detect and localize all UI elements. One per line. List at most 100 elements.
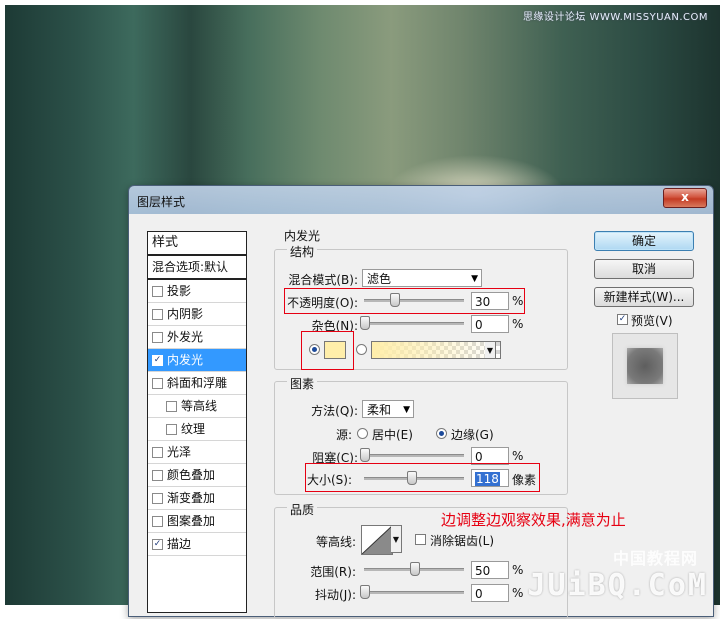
style-checkbox[interactable]	[152, 469, 163, 481]
style-list-item[interactable]: 内阴影	[148, 303, 246, 326]
contour-curve-icon	[362, 526, 392, 554]
range-label: 范围(R):	[310, 565, 356, 579]
style-list-item[interactable]: 纹理	[148, 418, 246, 441]
style-preview-swatch	[627, 348, 663, 384]
source-label: 源:	[335, 428, 352, 442]
jitter-percent: %	[512, 586, 524, 600]
blend-mode-value: 滤色	[367, 272, 392, 286]
choke-slider[interactable]	[360, 448, 464, 462]
style-item-label: 渐变叠加	[167, 491, 216, 505]
contour-picker[interactable]	[361, 525, 393, 555]
anti-alias-label[interactable]: 消除锯齿(L)	[430, 532, 494, 549]
style-checkbox[interactable]	[152, 492, 163, 504]
gradient-picker[interactable]	[371, 341, 501, 359]
source-center-radio[interactable]	[357, 428, 368, 439]
range-input[interactable]: 50	[471, 561, 509, 579]
style-list-item[interactable]: ✓ 描边	[148, 533, 246, 556]
style-list-item[interactable]: ✓ 内发光	[148, 349, 246, 372]
style-checkbox[interactable]	[166, 400, 177, 412]
style-checkbox[interactable]	[152, 446, 163, 458]
noise-slider-thumb[interactable]	[360, 316, 370, 330]
style-item-label: 图案叠加	[167, 514, 216, 528]
chevron-down-icon: ▼	[403, 405, 410, 415]
gradient-dropdown-button[interactable]: ▼	[485, 341, 496, 359]
jitter-value: 0	[475, 587, 483, 601]
noise-slider[interactable]	[360, 316, 464, 330]
preview-checkbox[interactable]: ✓	[617, 314, 628, 325]
style-item-label: 等高线	[181, 399, 218, 413]
jitter-slider[interactable]	[360, 585, 464, 599]
noise-slider-track	[364, 322, 464, 325]
style-checkbox[interactable]	[166, 423, 177, 435]
close-button[interactable]: x	[663, 188, 707, 208]
style-list-item[interactable]: 等高线	[148, 395, 246, 418]
style-checkbox[interactable]	[152, 285, 163, 297]
close-icon: x	[681, 190, 689, 204]
jitter-input[interactable]: 0	[471, 584, 509, 602]
style-items: 投影 内阴影外发光 ✓ 内发光斜面和浮雕等高线纹理光泽颜色叠加渐变叠加图案叠加 ✓ 描边	[148, 280, 246, 556]
style-item-label: 内发光	[167, 353, 204, 367]
style-item-label: 外发光	[167, 330, 204, 344]
choke-slider-track	[364, 454, 464, 457]
style-item-label: 颜色叠加	[167, 468, 216, 482]
chevron-down-icon: ▼	[392, 535, 400, 544]
style-item-label: 纹理	[181, 422, 206, 436]
noise-percent: %	[512, 317, 524, 331]
style-item-label: 斜面和浮雕	[167, 376, 228, 390]
contour-dropdown-button[interactable]: ▼	[391, 525, 402, 553]
blend-mode-select[interactable]: 滤色 ▼	[362, 269, 482, 287]
watermark-top: 思缘设计论坛 WWW.MISSYUAN.COM	[522, 12, 708, 23]
method-select[interactable]: 柔和 ▼	[362, 400, 414, 418]
choke-percent: %	[512, 449, 524, 463]
source-edge-label[interactable]: 边缘(G)	[451, 426, 494, 443]
panel-title: 内发光	[284, 229, 321, 243]
style-checkbox[interactable]	[152, 515, 163, 527]
choke-value: 0	[475, 450, 483, 464]
anti-alias-checkbox[interactable]	[415, 534, 426, 545]
preview-label[interactable]: 预览(V)	[631, 312, 673, 329]
watermark-cn: 中国教程网	[612, 549, 698, 568]
style-checkbox[interactable]	[152, 308, 163, 320]
noise-value: 0	[475, 318, 483, 332]
style-list-item[interactable]: 渐变叠加	[148, 487, 246, 510]
source-edge-radio[interactable]	[436, 428, 447, 439]
gradient-radio[interactable]	[356, 344, 367, 355]
style-list-item[interactable]: 光泽	[148, 441, 246, 464]
noise-input[interactable]: 0	[471, 315, 509, 333]
style-checkbox[interactable]: ✓	[152, 354, 163, 366]
style-list-item[interactable]: 颜色叠加	[148, 464, 246, 487]
quality-legend: 品质	[287, 501, 318, 518]
jitter-slider-thumb[interactable]	[360, 585, 370, 599]
styles-header[interactable]: 样式	[148, 232, 246, 256]
style-list-item[interactable]: 斜面和浮雕	[148, 372, 246, 395]
choke-slider-thumb[interactable]	[360, 448, 370, 462]
watermark-url: JUiBQ.CoM	[527, 568, 708, 603]
cancel-button[interactable]: 取消	[594, 259, 694, 279]
source-center-label[interactable]: 居中(E)	[372, 426, 413, 443]
style-list: 样式 混合选项:默认 投影 内阴影外发光 ✓ 内发光斜面和浮雕等高线纹理光泽颜色叠加渐…	[147, 231, 247, 613]
chevron-down-icon: ▼	[486, 346, 494, 355]
style-list-item[interactable]: 外发光	[148, 326, 246, 349]
style-list-item[interactable]: 图案叠加	[148, 510, 246, 533]
method-label: 方法(Q):	[311, 404, 358, 418]
range-percent: %	[512, 563, 524, 577]
chevron-down-icon: ▼	[471, 274, 478, 284]
ok-button[interactable]: 确定	[594, 231, 694, 251]
style-item-label: 光泽	[167, 445, 192, 459]
structure-legend: 结构	[287, 243, 318, 260]
blend-options-item[interactable]: 混合选项:默认	[148, 256, 246, 280]
new-style-button[interactable]: 新建样式(W)...	[594, 287, 694, 307]
range-slider[interactable]	[364, 562, 464, 576]
highlight-box	[284, 288, 525, 314]
jitter-slider-track	[364, 591, 464, 594]
style-list-item[interactable]: 投影	[148, 280, 246, 303]
highlight-box	[305, 463, 540, 492]
style-checkbox[interactable]	[152, 377, 163, 389]
elements-legend: 图素	[287, 375, 318, 392]
dialog-title-bar[interactable]: 图层样式 x	[129, 186, 713, 214]
style-checkbox[interactable]	[152, 331, 163, 343]
range-slider-thumb[interactable]	[410, 562, 420, 576]
style-checkbox[interactable]: ✓	[152, 538, 163, 550]
contour-label: 等高线:	[315, 535, 356, 549]
style-preview-thumbnail	[612, 333, 678, 399]
